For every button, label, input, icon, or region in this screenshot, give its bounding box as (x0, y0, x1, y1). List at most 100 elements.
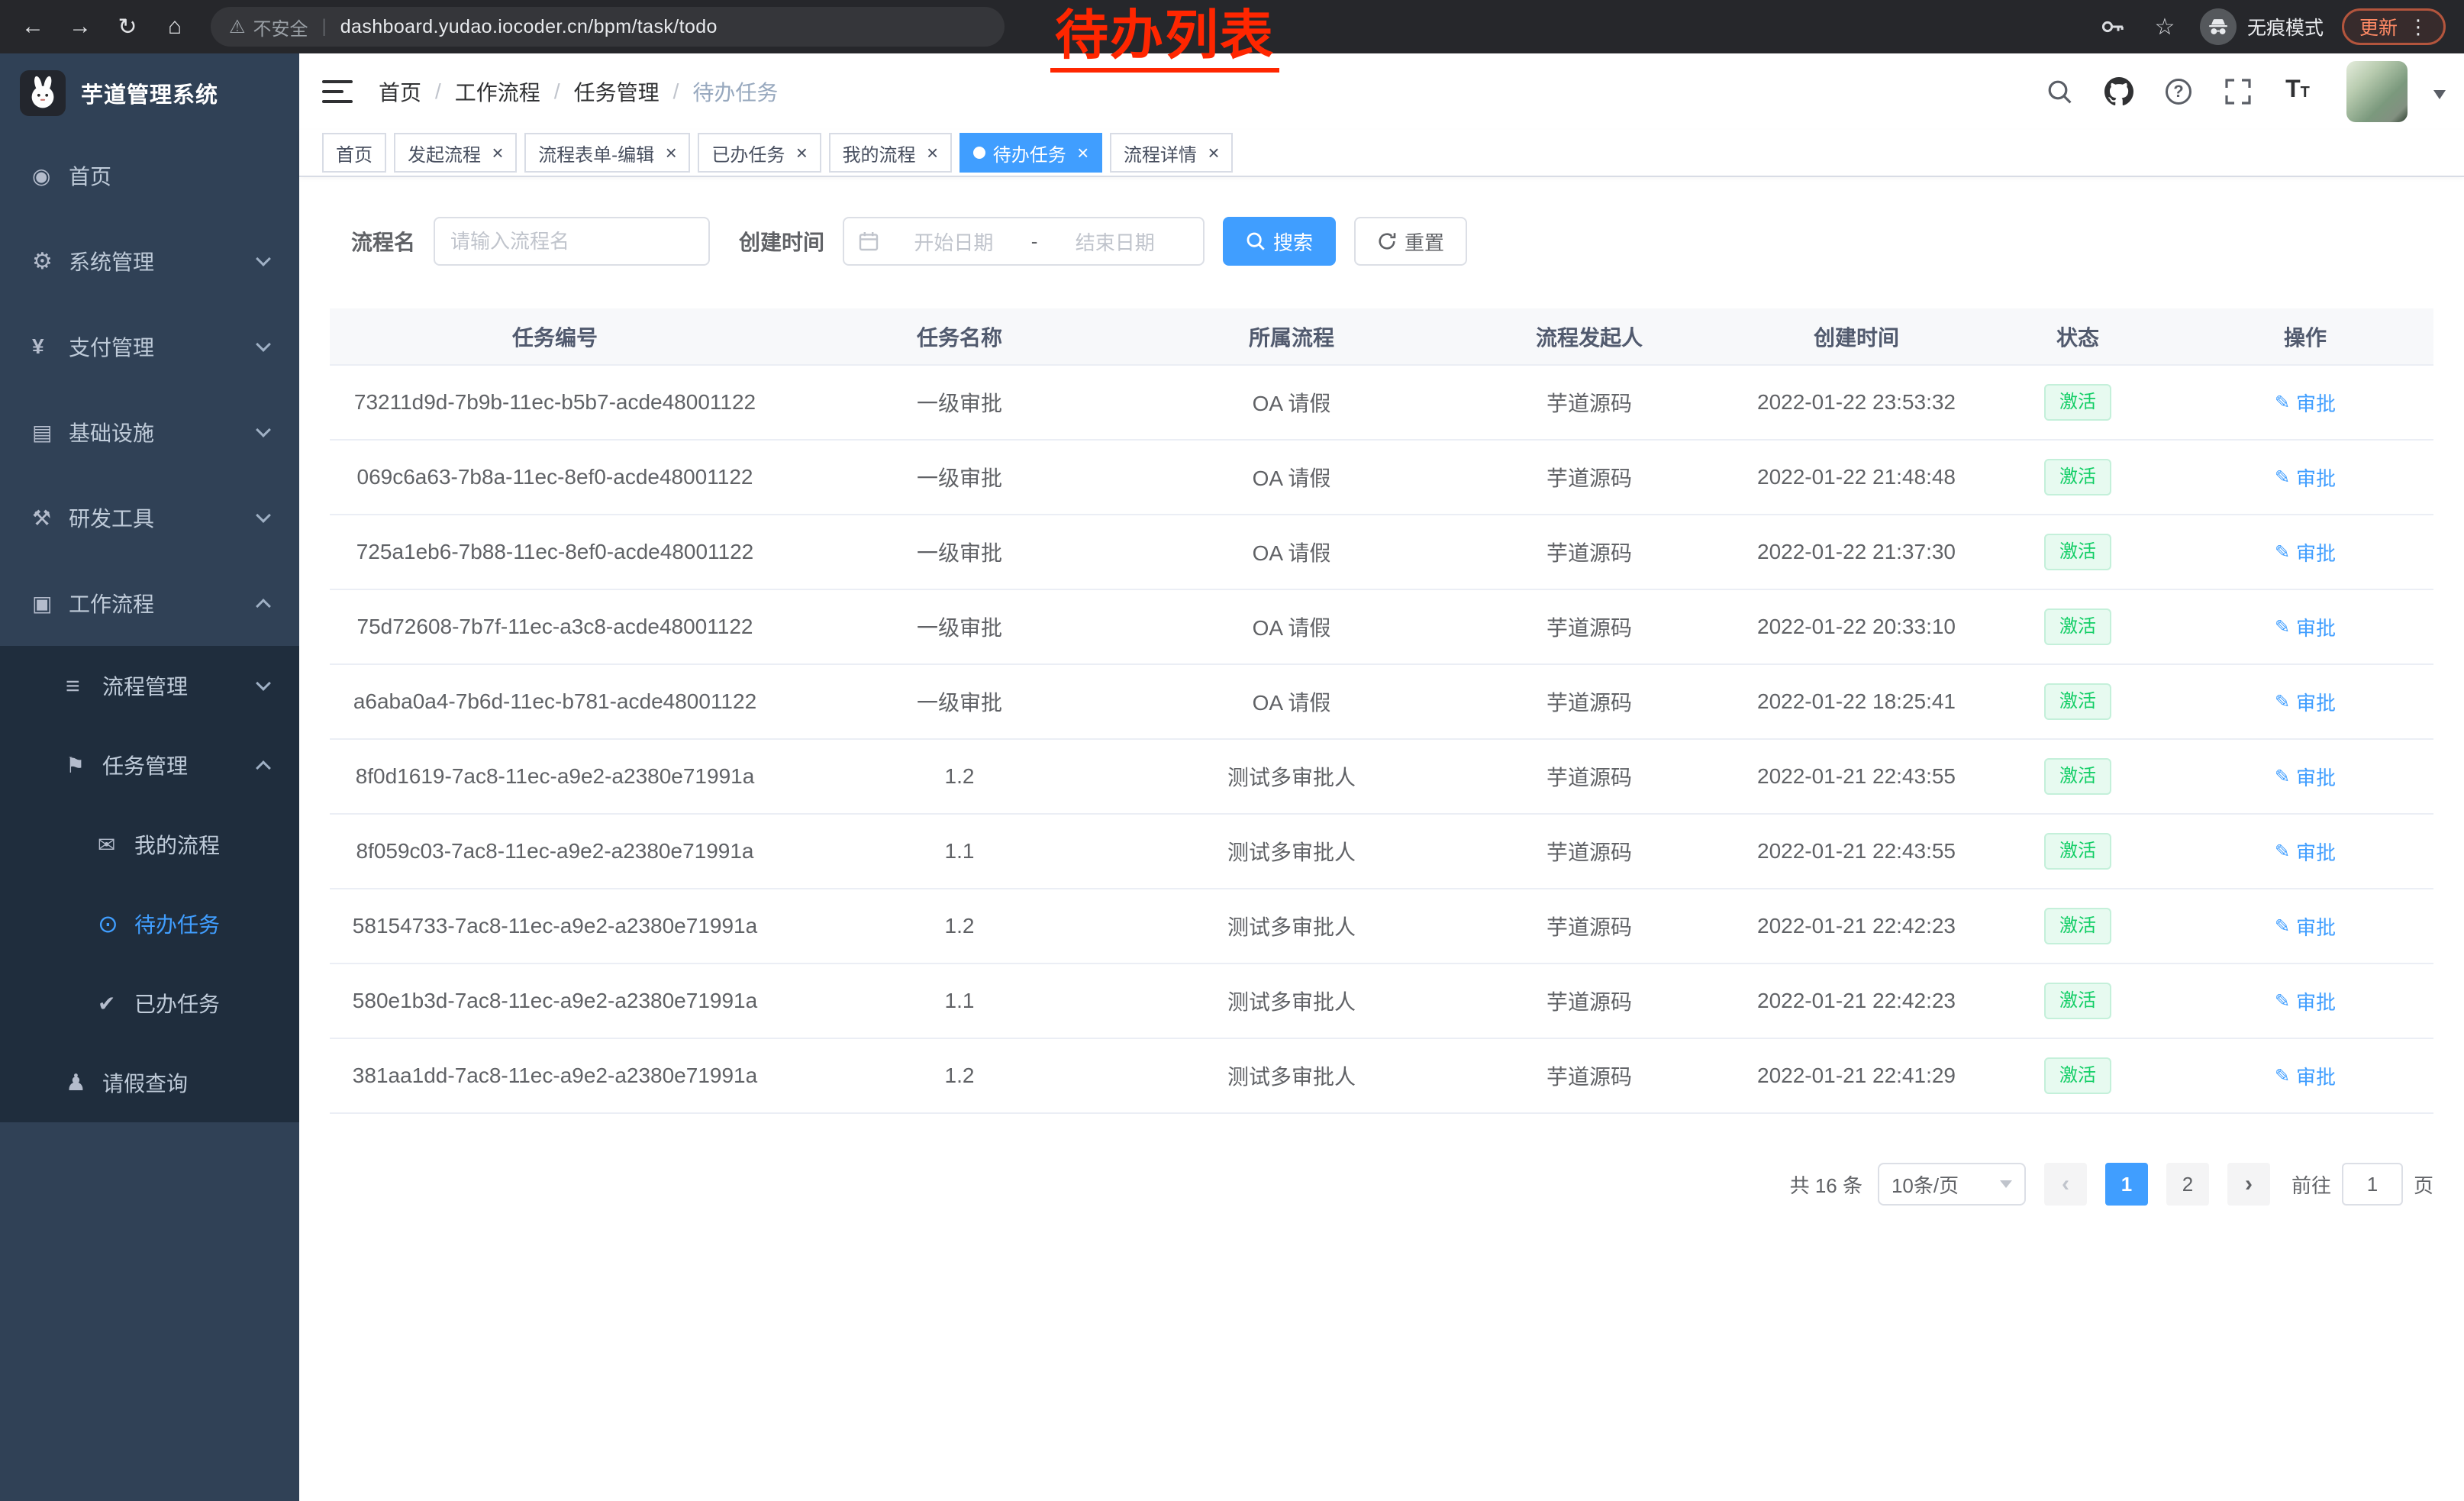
close-icon[interactable]: × (1208, 143, 1219, 163)
github-icon[interactable] (2102, 75, 2136, 108)
tab-home[interactable]: 首页 (322, 133, 386, 173)
avatar-dropdown-caret-icon[interactable] (2433, 90, 2446, 105)
close-icon[interactable]: × (927, 143, 938, 163)
task-id-cell: 8f059c03-7ac8-11ec-a9e2-a2380e71991a (330, 814, 780, 889)
font-size-icon[interactable]: TT (2281, 75, 2314, 108)
next-page-button[interactable]: › (2227, 1163, 2270, 1206)
edit-icon: ✎ (2275, 466, 2290, 489)
collapse-sidebar-icon[interactable] (322, 80, 353, 103)
back-icon[interactable]: ← (12, 6, 53, 47)
browser-update-button[interactable]: 更新 ⋮ (2342, 8, 2446, 45)
approve-button[interactable]: ✎ 审批 (2275, 688, 2336, 716)
column-header: 操作 (2177, 308, 2433, 365)
browser-menu-icon[interactable]: ⋮ (2408, 15, 2428, 39)
tab-done-task[interactable]: 已办任务 × (698, 133, 821, 173)
approve-button[interactable]: ✎ 审批 (2275, 389, 2336, 417)
sidebar-item-payment-mgmt[interactable]: 支付管理 (0, 304, 299, 389)
edit-icon: ✎ (2275, 1065, 2290, 1087)
action-cell: ✎ 审批 (2177, 365, 2433, 440)
end-date-placeholder[interactable]: 结束日期 (1040, 228, 1189, 256)
task-table: 任务编号 任务名称 所属流程 流程发起人 创建时间 状态 (330, 308, 2433, 1114)
todo-task-page: 流程名 创建时间 开始日期 - 结束日期 搜索 (299, 177, 2464, 1501)
approve-button[interactable]: ✎ 审批 (2275, 538, 2336, 567)
breadcrumb-task-mgmt[interactable]: 任务管理 / (574, 76, 693, 107)
sidebar-item-home[interactable]: 首页 (0, 133, 299, 218)
status-badge: 激活 (2044, 683, 2111, 720)
tab-form-edit[interactable]: 流程表单-编辑 × (524, 133, 690, 173)
tab-start-process[interactable]: 发起流程 × (394, 133, 517, 173)
bookmark-star-icon[interactable]: ☆ (2148, 14, 2182, 40)
status-cell: 激活 (1979, 440, 2177, 515)
approve-button[interactable]: ✎ 审批 (2275, 1062, 2336, 1090)
sidebar-item-dev-tools[interactable]: 研发工具 (0, 475, 299, 560)
column-header: 所属流程 (1139, 308, 1444, 365)
date-range-picker[interactable]: 开始日期 - 结束日期 (843, 217, 1205, 266)
process-name-input[interactable] (434, 217, 710, 266)
help-icon[interactable]: ? (2162, 75, 2195, 108)
address-bar[interactable]: ⚠ 不安全 | dashboard.yudao.iocoder.cn/bpm/t… (211, 7, 1005, 47)
status-cell: 激活 (1979, 664, 2177, 739)
infra-icon (32, 420, 69, 445)
start-date-placeholder[interactable]: 开始日期 (879, 228, 1028, 256)
sidebar-item-process-mgmt[interactable]: 流程管理 (0, 646, 299, 725)
sidebar-item-done-task[interactable]: 已办任务 (0, 964, 299, 1043)
url-text[interactable]: dashboard.yudao.iocoder.cn/bpm/task/todo (340, 16, 718, 38)
initiator-cell: 芋道源码 (1444, 739, 1734, 814)
search-button[interactable]: 搜索 (1223, 217, 1336, 266)
goto-page-input[interactable] (2342, 1163, 2403, 1206)
tab-my-process[interactable]: 我的流程 × (829, 133, 952, 173)
close-icon[interactable]: × (665, 143, 676, 163)
sidebar-item-todo-task[interactable]: 待办任务 (0, 884, 299, 964)
breadcrumb-workflow[interactable]: 工作流程 / (455, 76, 574, 107)
key-icon[interactable] (2096, 14, 2130, 40)
initiator-cell: 芋道源码 (1444, 1038, 1734, 1113)
workflow-icon (32, 591, 69, 616)
action-cell: ✎ 审批 (2177, 739, 2433, 814)
approve-button[interactable]: ✎ 审批 (2275, 838, 2336, 866)
yen-icon (32, 334, 69, 359)
search-icon[interactable] (2043, 75, 2076, 108)
prev-page-button[interactable]: ‹ (2044, 1163, 2087, 1206)
sidebar-item-leave-query[interactable]: 请假查询 (0, 1043, 299, 1122)
edit-icon: ✎ (2275, 990, 2290, 1012)
close-icon[interactable]: × (795, 143, 807, 163)
task-id-cell: 75d72608-7b7f-11ec-a3c8-acde48001122 (330, 589, 780, 664)
tab-process-detail[interactable]: 流程详情 × (1110, 133, 1233, 173)
table-row: 8f0d1619-7ac8-11ec-a9e2-a2380e71991a 1.2… (330, 739, 2433, 814)
warning-icon: ⚠ (229, 16, 246, 38)
chevron-icon (256, 422, 271, 437)
close-icon[interactable]: × (492, 143, 503, 163)
approve-button[interactable]: ✎ 审批 (2275, 987, 2336, 1015)
fullscreen-icon[interactable] (2221, 75, 2255, 108)
breadcrumb-home[interactable]: 首页 / (379, 76, 455, 107)
tab-todo-task[interactable]: 待办任务 × (959, 133, 1102, 173)
sidebar-item-system-mgmt[interactable]: 系统管理 (0, 218, 299, 304)
process-cell: OA 请假 (1139, 365, 1444, 440)
sidebar-item-task-mgmt[interactable]: 任务管理 (0, 725, 299, 805)
task-name-cell: 一级审批 (780, 664, 1139, 739)
close-icon[interactable]: × (1077, 143, 1088, 163)
page-button-2[interactable]: 2 (2166, 1163, 2209, 1206)
approve-button[interactable]: ✎ 审批 (2275, 613, 2336, 641)
date-separator: - (1028, 230, 1041, 253)
sidebar-item-workflow[interactable]: 工作流程 (0, 560, 299, 646)
home-icon[interactable]: ⌂ (154, 6, 195, 47)
sidebar-item-infrastructure[interactable]: 基础设施 (0, 389, 299, 475)
security-label[interactable]: 不安全 (253, 14, 308, 40)
page-size-select[interactable]: 10条/页 (1878, 1163, 2026, 1206)
reset-button[interactable]: 重置 (1354, 217, 1467, 266)
created-time-cell: 2022-01-21 22:41:29 (1734, 1038, 1979, 1113)
sidebar-item-my-process[interactable]: 我的流程 (0, 805, 299, 884)
approve-button[interactable]: ✎ 审批 (2275, 763, 2336, 791)
edit-icon: ✎ (2275, 691, 2290, 713)
approve-button[interactable]: ✎ 审批 (2275, 912, 2336, 941)
action-cell: ✎ 审批 (2177, 664, 2433, 739)
breadcrumb-todo-task[interactable]: 待办任务 (692, 76, 778, 107)
created-time-cell: 2022-01-22 23:53:32 (1734, 365, 1979, 440)
reload-icon[interactable]: ↻ (107, 6, 148, 47)
approve-button[interactable]: ✎ 审批 (2275, 463, 2336, 492)
forward-icon[interactable]: → (60, 6, 101, 47)
avatar[interactable] (2346, 61, 2408, 122)
action-cell: ✎ 审批 (2177, 440, 2433, 515)
page-button-1[interactable]: 1 (2105, 1163, 2148, 1206)
